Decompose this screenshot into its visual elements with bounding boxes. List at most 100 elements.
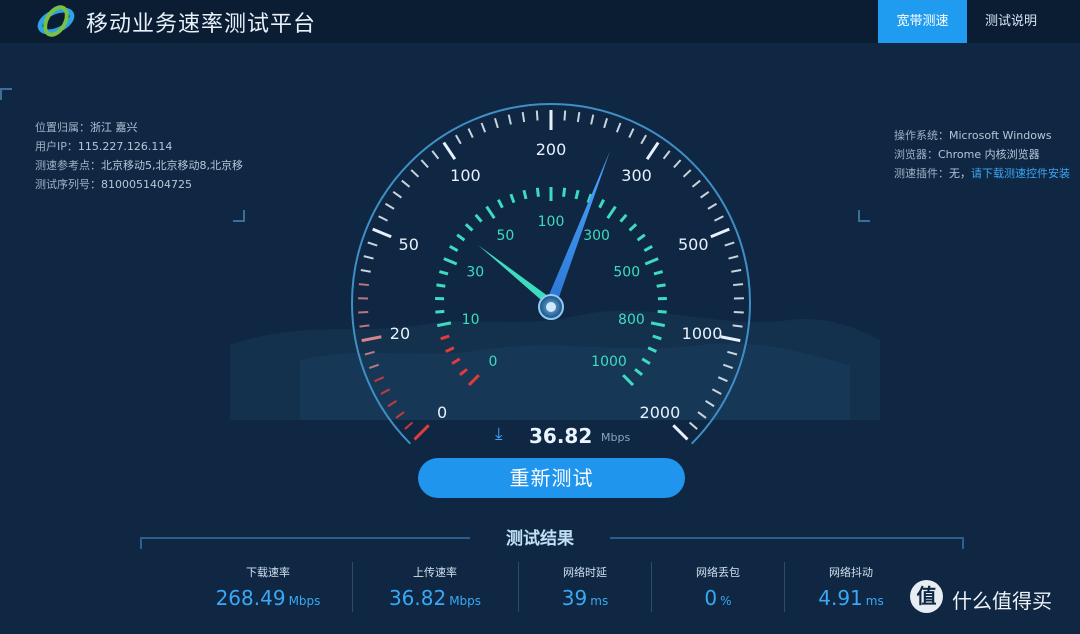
metric-unit: %	[720, 594, 731, 608]
inner-gauge-tick	[511, 194, 514, 202]
outer-gauge-tick	[629, 129, 633, 138]
inner-gauge-label: 500	[613, 265, 640, 281]
metric-unit: Mbps	[289, 594, 321, 608]
metric-value: 0	[704, 586, 717, 610]
inner-gauge-tick	[498, 200, 502, 208]
outer-gauge-label: 500	[678, 235, 709, 254]
inner-gauge-tick	[439, 272, 448, 274]
outer-gauge-tick	[456, 135, 461, 144]
outer-gauge-tick	[641, 135, 646, 144]
outer-gauge-tick	[405, 423, 413, 430]
outer-gauge-tick	[684, 170, 691, 177]
outer-gauge-tick	[673, 425, 687, 439]
outer-gauge-label: 300	[621, 166, 652, 185]
outer-gauge-tick	[692, 181, 700, 187]
outer-gauge-label: 2000	[640, 403, 681, 422]
inner-gauge-tick	[487, 207, 495, 219]
outer-gauge-tick	[664, 151, 670, 159]
metric-divider	[352, 562, 353, 612]
outer-gauge-tick	[359, 284, 369, 285]
outer-gauge-tick	[731, 270, 741, 272]
outer-gauge-label: 50	[399, 235, 419, 254]
inner-gauge-tick	[524, 190, 526, 199]
outer-gauge-tick	[708, 204, 717, 209]
outer-gauge-tick	[701, 192, 709, 198]
outer-gauge-tick	[591, 115, 593, 125]
inner-gauge-label: 50	[497, 228, 515, 244]
outer-gauge-tick	[578, 112, 579, 122]
outer-gauge-tick	[617, 123, 621, 132]
watermark-logo-icon: 值	[910, 580, 943, 613]
metric-jitter: 网络抖动 4.91ms	[771, 564, 931, 610]
inner-gauge-tick	[644, 246, 652, 250]
inner-gauge-tick	[645, 259, 658, 264]
outer-gauge-tick	[733, 284, 743, 285]
inner-gauge-tick	[435, 311, 444, 312]
outer-gauge-tick	[364, 256, 374, 258]
inner-gauge-label: 1000	[591, 354, 627, 370]
outer-gauge-tick	[421, 160, 428, 167]
inner-gauge-tick	[476, 215, 482, 222]
inner-gauge-label: 30	[466, 265, 484, 281]
current-speed-unit: Mbps	[601, 431, 630, 444]
outer-gauge-tick	[733, 325, 743, 326]
metric-value: 4.91	[818, 586, 863, 610]
inner-gauge-tick	[600, 200, 604, 208]
inner-gauge-tick	[630, 224, 637, 230]
outer-gauge-tick	[379, 216, 388, 220]
metric-download: 下载速率 268.49Mbps	[188, 564, 348, 610]
outer-gauge-tick	[564, 111, 565, 121]
gauge-hub-center	[546, 302, 556, 312]
outer-gauge-label: 200	[536, 140, 567, 159]
outer-gauge-tick	[674, 160, 681, 167]
inner-gauge-tick	[620, 215, 626, 222]
metric-unit: ms	[866, 594, 884, 608]
inner-gauge-tick	[466, 224, 473, 230]
inner-gauge-tick	[444, 259, 457, 264]
outer-gauge-tick	[411, 170, 418, 177]
outer-gauge-tick	[385, 204, 394, 209]
watermark-text: 什么值得买	[952, 585, 1052, 614]
metric-label: 上传速率	[355, 564, 515, 580]
metric-unit: ms	[590, 594, 608, 608]
outer-gauge-tick	[647, 143, 658, 160]
outer-gauge-tick	[509, 115, 511, 125]
outer-gauge-tick	[604, 118, 607, 128]
current-speed-value: 36.82	[529, 424, 592, 448]
outer-gauge-tick	[482, 123, 486, 132]
outer-gauge-tick	[468, 129, 472, 138]
inner-gauge-tick	[436, 285, 445, 286]
metric-label: 网络抖动	[771, 564, 931, 580]
outer-gauge-label: 1000	[682, 324, 723, 343]
outer-gauge-tick	[373, 229, 391, 237]
outer-gauge-tick	[402, 181, 410, 187]
outer-gauge-tick	[725, 242, 734, 245]
inner-gauge-tick	[450, 246, 458, 250]
outer-gauge-label: 0	[437, 403, 447, 422]
retest-button[interactable]: 重新测试	[418, 458, 685, 498]
inner-gauge-tick	[537, 188, 538, 197]
outer-gauge-tick	[368, 242, 377, 245]
inner-gauge-tick	[657, 285, 666, 286]
inner-gauge-label: 300	[583, 228, 610, 244]
inner-gauge-label: 0	[489, 354, 498, 370]
metric-upload: 上传速率 36.82Mbps	[355, 564, 515, 610]
outer-gauge-tick	[729, 256, 739, 258]
outer-gauge-tick	[393, 192, 401, 198]
metric-value: 39	[562, 586, 587, 610]
outer-gauge-tick	[432, 151, 438, 159]
inner-gauge-tick	[564, 188, 565, 197]
outer-gauge-label: 20	[390, 324, 410, 343]
metric-unit: Mbps	[449, 594, 481, 608]
outer-gauge-tick	[361, 270, 371, 272]
inner-gauge-label: 100	[538, 214, 565, 230]
outer-gauge-tick	[690, 423, 698, 430]
inner-gauge-tick	[576, 190, 578, 199]
inner-gauge-tick	[654, 272, 663, 274]
outer-gauge-label: 100	[450, 166, 481, 185]
download-arrow-icon: ⤓	[495, 424, 503, 444]
inner-gauge-label: 800	[618, 312, 645, 328]
outer-gauge-tick	[495, 118, 498, 128]
outer-gauge-tick	[444, 143, 455, 160]
outer-gauge-tick	[714, 216, 723, 220]
